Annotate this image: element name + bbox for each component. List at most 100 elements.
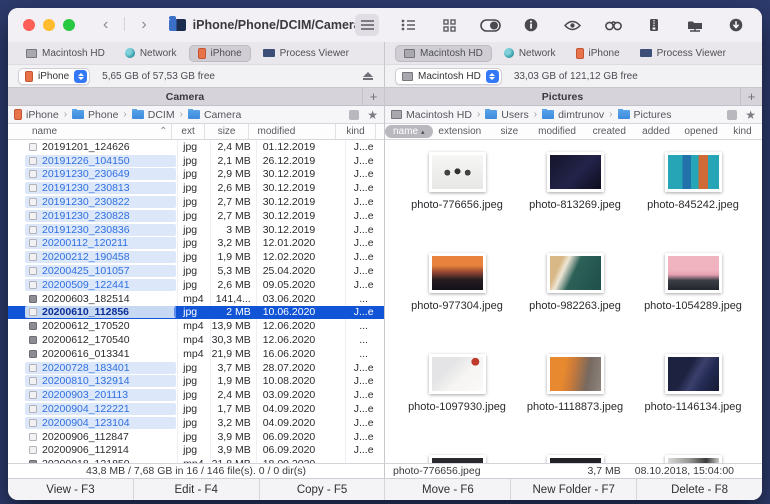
table-row[interactable]: 20200616_013341 mp4 21,9 MB 16.06.2020 .… [8, 347, 384, 361]
breadcrumb-item[interactable]: Pictures [617, 108, 671, 121]
pane-tab[interactable]: iPhone [188, 44, 251, 62]
grid-file-item[interactable]: photo-776656.jpeg [398, 152, 516, 253]
column-header[interactable]: modified [532, 124, 586, 139]
breadcrumb-item[interactable]: dimtrunov [542, 108, 604, 121]
table-row[interactable]: 20191230_230828 jpg 2,7 MB 30.12.2019 J.… [8, 209, 384, 223]
favorite-star-icon[interactable]: ★ [745, 109, 756, 121]
table-row[interactable]: 20191226_104150 jpg 2,1 MB 26.12.2019 J.… [8, 154, 384, 168]
pane-tab[interactable]: iPhone [568, 46, 628, 61]
function-key-button[interactable]: Copy - F5 [260, 479, 386, 500]
pane-tab[interactable]: Process Viewer [255, 46, 357, 61]
table-row[interactable]: 20200425_101057 jpg 5,3 MB 25.04.2020 J.… [8, 264, 384, 278]
grid-view-icon[interactable] [437, 14, 461, 36]
column-header[interactable]: kind [726, 124, 762, 139]
column-header[interactable]: name ⌃ [8, 124, 173, 139]
grid-file-item[interactable]: photo-977304.jpeg [398, 253, 516, 354]
grid-file-item[interactable]: photo-1118873.jpeg [516, 354, 634, 455]
grid-file-item[interactable]: photo-1097930.jpeg [398, 354, 516, 455]
breadcrumb-item[interactable]: Users [485, 108, 529, 121]
new-tab-button[interactable]: + [362, 88, 384, 105]
archive-icon[interactable] [642, 14, 666, 36]
table-row[interactable]: 20200509_122441 jpg 2,6 MB 09.05.2020 J.… [8, 278, 384, 292]
table-row[interactable]: 20191230_230649 jpg 2,9 MB 30.12.2019 J.… [8, 168, 384, 182]
table-row[interactable]: 20200906_112847 jpg 3,9 MB 06.09.2020 J.… [8, 430, 384, 444]
table-row[interactable]: 20200904_122221 jpg 1,7 MB 04.09.2020 J.… [8, 402, 384, 416]
minimize-button[interactable] [43, 19, 55, 31]
breadcrumb-item[interactable]: Camera [187, 108, 241, 121]
function-key-button[interactable]: New Folder - F7 [511, 479, 638, 500]
column-header[interactable]: size [205, 124, 250, 139]
column-header[interactable] [376, 124, 384, 139]
pane-tab[interactable]: Macintosh HD [18, 46, 113, 61]
table-row[interactable]: 20200212_190458 jpg 1,9 MB 12.02.2020 J.… [8, 250, 384, 264]
table-row[interactable]: 20200112_120211 jpg 3,2 MB 12.01.2020 J.… [8, 237, 384, 251]
grid-file-item[interactable] [398, 455, 516, 463]
right-folder-tab[interactable]: Pictures + [385, 88, 762, 106]
view-mode-icon[interactable] [349, 109, 360, 120]
table-row[interactable]: 20200906_112914 jpg 3,9 MB 06.09.2020 J.… [8, 444, 384, 458]
table-row[interactable]: 20191201_124626 jpg 2,4 MB 01.12.2019 J.… [8, 140, 384, 154]
preview-eye-icon[interactable] [560, 14, 584, 36]
column-header[interactable]: added [636, 124, 679, 139]
grid-file-item[interactable]: photo-982263.jpeg [516, 253, 634, 354]
table-row[interactable]: 20200904_123104 jpg 3,2 MB 04.09.2020 J.… [8, 416, 384, 430]
search-binoculars-icon[interactable] [601, 14, 625, 36]
grid-file-item[interactable]: photo-1054289.jpeg [634, 253, 752, 354]
download-icon[interactable] [724, 14, 748, 36]
column-header[interactable]: kind [336, 124, 376, 139]
function-key-button[interactable]: Delete - F8 [637, 479, 762, 500]
drive-stepper-icon[interactable] [74, 69, 88, 83]
breadcrumb-item[interactable]: iPhone [14, 109, 59, 121]
pane-tab[interactable]: Macintosh HD [395, 44, 492, 62]
table-row[interactable]: 20191230_230836 jpg 3 MB 30.12.2019 J...… [8, 223, 384, 237]
column-header[interactable]: created [586, 124, 636, 139]
table-row[interactable]: 20200903_201113 jpg 2,4 MB 03.09.2020 J.… [8, 388, 384, 402]
back-button[interactable]: ‹ [103, 17, 108, 33]
breadcrumb-item[interactable]: Macintosh HD [391, 109, 472, 121]
info-icon[interactable] [519, 14, 543, 36]
table-row[interactable]: 20191230_230822 jpg 2,7 MB 30.12.2019 J.… [8, 195, 384, 209]
drive-selector[interactable]: Macintosh HD [395, 67, 502, 85]
breadcrumb-item[interactable]: Phone [72, 108, 118, 121]
list-view-icon[interactable] [355, 14, 379, 36]
network-folder-icon[interactable] [683, 14, 707, 36]
breadcrumb-item[interactable]: DCIM [131, 108, 175, 121]
drive-stepper-icon[interactable] [485, 69, 499, 83]
grid-file-item[interactable] [516, 455, 634, 463]
column-header[interactable]: ext [172, 124, 205, 139]
grid-file-item[interactable]: photo-1146134.jpeg [634, 354, 752, 455]
table-row[interactable]: 20200810_132914 jpg 1,9 MB 10.08.2020 J.… [8, 375, 384, 389]
eject-icon[interactable] [362, 72, 374, 80]
table-row[interactable]: 20200612_170540 mp4 30,3 MB 12.06.2020 .… [8, 333, 384, 347]
drive-selector[interactable]: iPhone [18, 67, 91, 85]
grid-file-item[interactable]: photo-845242.jpeg [634, 152, 752, 253]
column-header[interactable]: modified [249, 124, 337, 139]
table-row[interactable]: 20200728_183401 jpg 3,7 MB 28.07.2020 J.… [8, 361, 384, 375]
dual-pane-toggle-icon[interactable] [478, 14, 502, 36]
grid-file-item[interactable] [634, 455, 752, 463]
close-button[interactable] [23, 19, 35, 31]
function-key-button[interactable]: Move - F6 [385, 479, 512, 500]
column-header[interactable]: extension [433, 124, 491, 139]
pane-tab[interactable]: Network [496, 46, 564, 61]
new-tab-button[interactable]: + [740, 88, 762, 105]
zoom-button[interactable] [63, 19, 75, 31]
table-row[interactable]: 20200603_182514 mp4 141,4... 03.06.2020 … [8, 292, 384, 306]
grid-file-item[interactable]: photo-813269.jpeg [516, 152, 634, 253]
column-header[interactable]: opened [679, 124, 726, 139]
forward-button[interactable]: › [141, 17, 146, 33]
favorite-star-icon[interactable]: ★ [367, 109, 378, 121]
table-row[interactable]: 20200610_112856 jpg 2 MB 10.06.2020 J...… [8, 305, 384, 320]
function-key-button[interactable]: View - F3 [8, 479, 134, 500]
column-header[interactable]: size [490, 124, 531, 139]
file-ext: jpg [183, 375, 198, 388]
pane-tab[interactable]: Network [117, 46, 185, 61]
column-header[interactable]: name ▴ [385, 124, 433, 139]
table-row[interactable]: 20191230_230813 jpg 2,6 MB 30.12.2019 J.… [8, 181, 384, 195]
detail-view-icon[interactable] [396, 14, 420, 36]
function-key-button[interactable]: Edit - F4 [134, 479, 260, 500]
view-mode-icon[interactable] [727, 109, 738, 120]
left-folder-tab[interactable]: Camera + [8, 88, 384, 106]
pane-tab[interactable]: Process Viewer [632, 46, 734, 61]
table-row[interactable]: 20200612_170520 mp4 13,9 MB 12.06.2020 .… [8, 319, 384, 333]
